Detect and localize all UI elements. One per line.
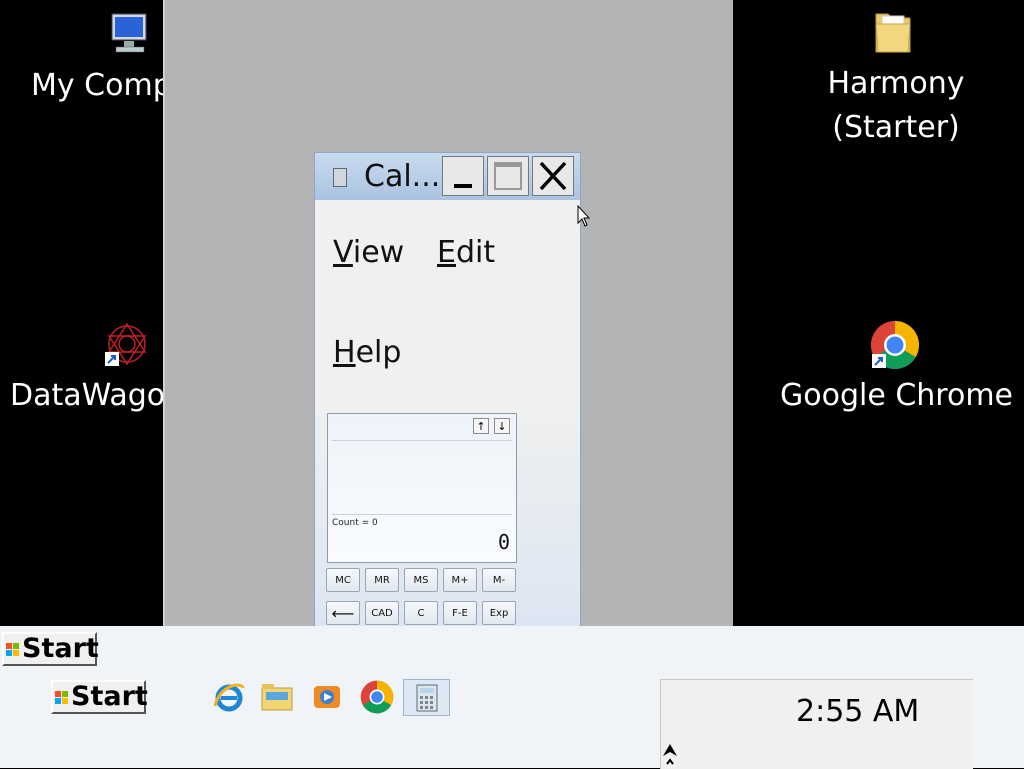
- mouse-cursor-icon: [577, 205, 591, 227]
- windows-logo-icon: [6, 643, 19, 656]
- windows-logo-icon: [55, 691, 68, 704]
- calculator-display: ↑ ↓ Count = 0 0: [327, 413, 517, 563]
- folder-icon: [875, 13, 911, 53]
- desktop-icon-label: My Comp: [31, 68, 172, 103]
- maximize-button[interactable]: [487, 156, 529, 196]
- count-label: Count = 0: [332, 518, 378, 528]
- computer-icon: [111, 13, 147, 53]
- desktop-icon-label: DataWago: [10, 378, 166, 413]
- exp-button[interactable]: Exp: [482, 601, 516, 625]
- backspace-button[interactable]: ⟵: [326, 601, 360, 625]
- m-minus-button[interactable]: M-: [482, 568, 516, 592]
- clock[interactable]: 2:55 AM: [796, 694, 919, 729]
- calculator-icon: [333, 168, 347, 187]
- datawagon-icon: [105, 322, 147, 366]
- chevron-up-icon[interactable]: [661, 738, 679, 768]
- clear-button[interactable]: C: [404, 601, 438, 625]
- close-button[interactable]: [532, 156, 574, 196]
- chrome-icon[interactable]: [360, 680, 394, 714]
- desktop-icon-label: Google Chrome: [780, 378, 1013, 413]
- divider: [332, 440, 512, 441]
- maximize-icon: [494, 162, 522, 190]
- start-button[interactable]: Start: [2, 632, 99, 666]
- ms-button[interactable]: MS: [404, 568, 438, 592]
- calculator-title-bar[interactable]: Cal...: [315, 153, 580, 200]
- calculator-taskbar-button[interactable]: [403, 679, 450, 716]
- menu-edit[interactable]: Edit: [437, 235, 495, 270]
- mc-button[interactable]: MC: [326, 568, 360, 592]
- divider: [332, 514, 512, 515]
- cad-button[interactable]: CAD: [365, 601, 399, 625]
- fe-button[interactable]: F-E: [443, 601, 477, 625]
- menu-help[interactable]: Help: [333, 335, 401, 370]
- start-label: Start: [22, 633, 99, 664]
- close-icon: [539, 161, 567, 191]
- menu-view[interactable]: View: [333, 235, 404, 270]
- internet-explorer-icon[interactable]: [212, 680, 246, 714]
- history-down-button[interactable]: ↓: [494, 418, 510, 434]
- desktop-icon-label-line2: (Starter): [832, 110, 960, 145]
- calculator-icon: [416, 684, 438, 712]
- minimize-icon: [454, 184, 472, 188]
- history-up-button[interactable]: ↑: [473, 418, 489, 434]
- window-title: Cal...: [364, 159, 441, 194]
- mr-button[interactable]: MR: [365, 568, 399, 592]
- display-value: 0: [497, 530, 510, 554]
- calculator-window[interactable]: Cal... View Edit Help ↑ ↓ Count = 0 0 MC…: [314, 152, 581, 628]
- file-explorer-icon[interactable]: [260, 680, 294, 714]
- start-button-secondary[interactable]: Start: [51, 680, 148, 714]
- m-plus-button[interactable]: M+: [443, 568, 477, 592]
- media-player-icon[interactable]: [310, 680, 344, 714]
- minimize-button[interactable]: [442, 156, 484, 196]
- start-label: Start: [71, 681, 148, 712]
- chrome-icon: [870, 321, 920, 370]
- desktop-icon-label-line1: Harmony: [827, 66, 965, 101]
